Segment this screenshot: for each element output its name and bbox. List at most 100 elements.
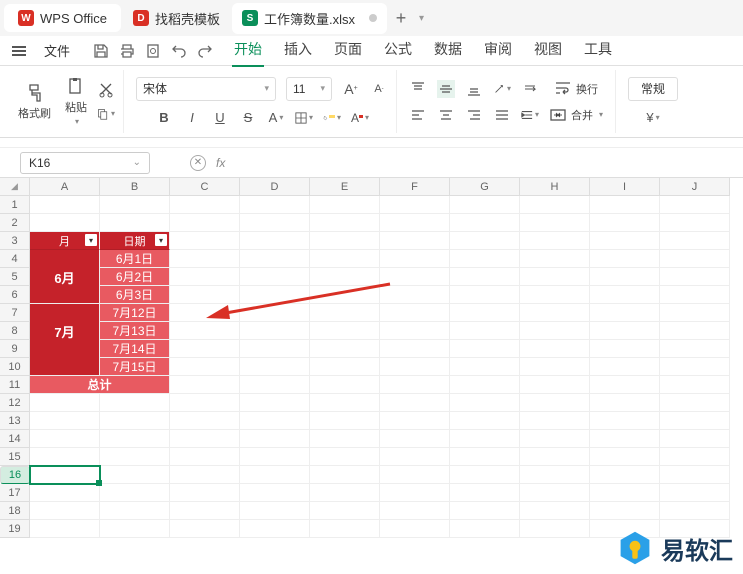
- align-center-icon[interactable]: [437, 106, 455, 124]
- cell[interactable]: [100, 466, 170, 484]
- cell[interactable]: [590, 412, 660, 430]
- cell[interactable]: [520, 250, 590, 268]
- cell[interactable]: [660, 430, 730, 448]
- cell[interactable]: [660, 232, 730, 250]
- cell[interactable]: [660, 502, 730, 520]
- hamburger-icon[interactable]: [8, 42, 30, 60]
- cell[interactable]: [590, 430, 660, 448]
- cell[interactable]: [660, 268, 730, 286]
- tab-page[interactable]: 页面: [332, 35, 364, 67]
- cell[interactable]: [100, 520, 170, 538]
- cell[interactable]: [170, 196, 240, 214]
- cell[interactable]: [240, 286, 310, 304]
- cell[interactable]: [100, 502, 170, 520]
- new-tab-button[interactable]: +: [389, 6, 413, 30]
- row-header[interactable]: 10: [0, 358, 30, 376]
- cell[interactable]: [380, 376, 450, 394]
- currency-button[interactable]: ¥: [644, 109, 662, 127]
- row-header[interactable]: 2: [0, 214, 30, 232]
- row-header[interactable]: 1: [0, 196, 30, 214]
- column-header[interactable]: H: [520, 178, 590, 196]
- pivot-month-cell[interactable]: [30, 340, 100, 358]
- cell[interactable]: [450, 376, 520, 394]
- format-painter-button[interactable]: 格式刷: [14, 81, 55, 123]
- phonetic-button[interactable]: A: [267, 109, 285, 127]
- column-header[interactable]: D: [240, 178, 310, 196]
- cell[interactable]: [170, 250, 240, 268]
- cell[interactable]: [520, 394, 590, 412]
- cell[interactable]: [310, 520, 380, 538]
- cell[interactable]: [450, 412, 520, 430]
- cell[interactable]: [450, 232, 520, 250]
- cell[interactable]: [520, 340, 590, 358]
- select-all-corner[interactable]: ◢: [0, 178, 30, 196]
- menu-file[interactable]: 文件: [38, 41, 76, 60]
- cell[interactable]: [590, 358, 660, 376]
- cell[interactable]: [520, 286, 590, 304]
- row-header[interactable]: 11: [0, 376, 30, 394]
- cell[interactable]: [590, 340, 660, 358]
- cell[interactable]: [450, 448, 520, 466]
- filter-icon[interactable]: ▾: [85, 234, 97, 246]
- pivot-month-cell[interactable]: [30, 304, 100, 322]
- cell[interactable]: [170, 214, 240, 232]
- cell[interactable]: [590, 322, 660, 340]
- row-header[interactable]: 7: [0, 304, 30, 322]
- cell[interactable]: [30, 412, 100, 430]
- pivot-date-cell[interactable]: 7月14日: [100, 340, 170, 358]
- cell[interactable]: [590, 196, 660, 214]
- row-header[interactable]: 17: [0, 484, 30, 502]
- ltr-icon[interactable]: [521, 80, 539, 98]
- decrease-font-icon[interactable]: A-: [370, 80, 388, 98]
- print-preview-icon[interactable]: [144, 42, 162, 60]
- cell[interactable]: [240, 232, 310, 250]
- cell[interactable]: [240, 394, 310, 412]
- orientation-icon[interactable]: [493, 80, 511, 98]
- cell[interactable]: [520, 502, 590, 520]
- font-color-button[interactable]: A: [351, 109, 369, 127]
- cell[interactable]: [170, 502, 240, 520]
- row-header[interactable]: 4: [0, 250, 30, 268]
- cell[interactable]: [30, 484, 100, 502]
- column-header[interactable]: I: [590, 178, 660, 196]
- cell[interactable]: [660, 286, 730, 304]
- cell[interactable]: [240, 520, 310, 538]
- pivot-month-cell[interactable]: [30, 358, 100, 376]
- cell[interactable]: [380, 358, 450, 376]
- cell[interactable]: [380, 520, 450, 538]
- cell[interactable]: [660, 394, 730, 412]
- cell[interactable]: [240, 502, 310, 520]
- cell[interactable]: [520, 412, 590, 430]
- cell[interactable]: [170, 232, 240, 250]
- cell[interactable]: [310, 448, 380, 466]
- cell[interactable]: [240, 376, 310, 394]
- pivot-month-cell[interactable]: 6月: [30, 268, 100, 286]
- cell[interactable]: [30, 394, 100, 412]
- cell[interactable]: [170, 430, 240, 448]
- cell[interactable]: [520, 466, 590, 484]
- cell[interactable]: [380, 286, 450, 304]
- merge-button[interactable]: 合并: [545, 104, 607, 126]
- name-box[interactable]: K16 ⌄: [20, 152, 150, 174]
- name-box-dropdown-icon[interactable]: ⌄: [133, 157, 141, 168]
- cell[interactable]: [310, 358, 380, 376]
- cell[interactable]: [450, 286, 520, 304]
- cell[interactable]: [450, 304, 520, 322]
- active-cell[interactable]: [30, 466, 100, 484]
- cell[interactable]: [590, 250, 660, 268]
- column-header[interactable]: E: [310, 178, 380, 196]
- cell[interactable]: [30, 502, 100, 520]
- tab-home[interactable]: 开始: [232, 35, 264, 67]
- align-left-icon[interactable]: [409, 106, 427, 124]
- cell[interactable]: [100, 196, 170, 214]
- template-tab[interactable]: D 找稻壳模板: [123, 3, 230, 34]
- cell[interactable]: [170, 304, 240, 322]
- fx-label[interactable]: fx: [216, 156, 225, 170]
- cell[interactable]: [240, 430, 310, 448]
- cell[interactable]: [310, 268, 380, 286]
- cell[interactable]: [30, 430, 100, 448]
- column-header[interactable]: J: [660, 178, 730, 196]
- pivot-header-month[interactable]: 月▾: [30, 232, 100, 250]
- row-header[interactable]: 13: [0, 412, 30, 430]
- cancel-formula-icon[interactable]: ✕: [190, 155, 206, 171]
